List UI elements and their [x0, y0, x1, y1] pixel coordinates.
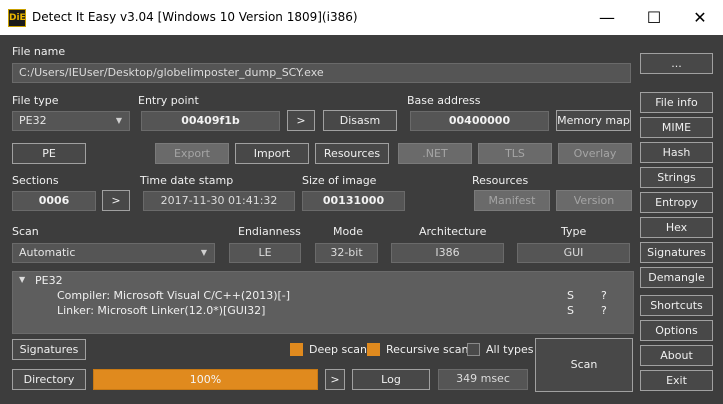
timestamp-field[interactable]: 2017-11-30 01:41:32	[143, 191, 295, 211]
result-item-q: ?	[601, 304, 607, 317]
entry-point-label: Entry point	[138, 94, 199, 107]
manifest-button[interactable]: Manifest	[474, 190, 550, 211]
result-item[interactable]: Linker: Microsoft Linker(12.0*)[GUI32] S…	[13, 304, 633, 319]
scan-button[interactable]: Scan	[535, 338, 633, 392]
result-item-s: S	[567, 289, 574, 302]
architecture-field[interactable]: I386	[391, 243, 504, 263]
options-button[interactable]: Options	[640, 320, 713, 341]
base-address-label: Base address	[407, 94, 481, 107]
close-button[interactable]: ✕	[677, 2, 723, 34]
maximize-button[interactable]: ☐	[631, 2, 677, 34]
result-root-label: PE32	[35, 274, 63, 287]
recursive-scan-label: Recursive scan	[386, 343, 469, 356]
shortcuts-button[interactable]: Shortcuts	[640, 295, 713, 316]
signatures-scan-button[interactable]: Signatures	[12, 339, 86, 360]
hash-button[interactable]: Hash	[640, 142, 713, 163]
about-button[interactable]: About	[640, 345, 713, 366]
exit-button[interactable]: Exit	[640, 370, 713, 391]
browse-button[interactable]: ...	[640, 53, 713, 74]
import-button[interactable]: Import	[235, 143, 309, 164]
export-button[interactable]: Export	[155, 143, 229, 164]
chevron-down-icon: ▼	[115, 116, 122, 125]
all-types-label: All types	[486, 343, 534, 356]
file-type-dropdown[interactable]: PE32 ▼	[12, 111, 130, 131]
hex-button[interactable]: Hex	[640, 217, 713, 238]
mode-label: Mode	[333, 225, 363, 238]
entry-point-go-button[interactable]: >	[287, 110, 315, 131]
version-button[interactable]: Version	[556, 190, 632, 211]
image-size-field[interactable]: 00131000	[302, 191, 405, 211]
collapse-arrow-icon[interactable]: ▼	[19, 275, 25, 284]
scan-mode-dropdown[interactable]: Automatic ▼	[12, 243, 215, 263]
log-button[interactable]: Log	[352, 369, 430, 390]
resources-group-label: Resources	[472, 174, 529, 187]
sections-label: Sections	[12, 174, 59, 187]
file-type-value: PE32	[19, 114, 47, 127]
recursive-scan-checkbox[interactable]	[367, 343, 380, 356]
all-types-checkbox[interactable]	[467, 343, 480, 356]
architecture-label: Architecture	[419, 225, 487, 238]
disasm-button[interactable]: Disasm	[323, 110, 397, 131]
result-item[interactable]: Compiler: Microsoft Visual C/C++(2013)[-…	[13, 289, 633, 304]
entropy-button[interactable]: Entropy	[640, 192, 713, 213]
elapsed-time: 349 msec	[438, 369, 528, 390]
signatures-button[interactable]: Signatures	[640, 242, 713, 263]
result-item-text: Compiler: Microsoft Visual C/C++(2013)[-…	[57, 289, 291, 302]
file-type-label: File type	[12, 94, 59, 107]
scan-label: Scan	[12, 225, 39, 238]
file-info-button[interactable]: File info	[640, 92, 713, 113]
scan-results-panel[interactable]: ▼ PE32 Compiler: Microsoft Visual C/C++(…	[12, 271, 634, 334]
demangle-button[interactable]: Demangle	[640, 267, 713, 288]
title-bar: DiE Detect It Easy v3.04 [Windows 10 Ver…	[0, 0, 723, 35]
mime-button[interactable]: MIME	[640, 117, 713, 138]
mode-field[interactable]: 32-bit	[315, 243, 378, 263]
endianness-field[interactable]: LE	[229, 243, 301, 263]
log-go-button[interactable]: >	[325, 369, 345, 390]
base-address-field[interactable]: 00400000	[410, 111, 549, 131]
net-button[interactable]: .NET	[398, 143, 472, 164]
file-name-label: File name	[12, 45, 66, 58]
scan-mode-value: Automatic	[19, 246, 76, 259]
pe-button[interactable]: PE	[12, 143, 86, 164]
tls-button[interactable]: TLS	[478, 143, 552, 164]
window-title: Detect It Easy v3.04 [Windows 10 Version…	[32, 10, 358, 24]
resources-button[interactable]: Resources	[315, 143, 389, 164]
sections-field[interactable]: 0006	[12, 191, 96, 211]
deep-scan-checkbox[interactable]	[290, 343, 303, 356]
overlay-button[interactable]: Overlay	[558, 143, 632, 164]
result-item-text: Linker: Microsoft Linker(12.0*)[GUI32]	[57, 304, 266, 317]
directory-button[interactable]: Directory	[12, 369, 86, 390]
deep-scan-label: Deep scan	[309, 343, 367, 356]
app-logo-icon: DiE	[8, 9, 26, 27]
image-size-label: Size of image	[302, 174, 377, 187]
entry-point-field[interactable]: 00409f1b	[141, 111, 280, 131]
memory-map-button[interactable]: Memory map	[556, 110, 631, 131]
scan-progress-bar: 100%	[93, 369, 318, 390]
timestamp-label: Time date stamp	[140, 174, 234, 187]
strings-button[interactable]: Strings	[640, 167, 713, 188]
chevron-down-icon: ▼	[200, 248, 207, 257]
type-field[interactable]: GUI	[517, 243, 630, 263]
endianness-label: Endianness	[238, 225, 301, 238]
sections-go-button[interactable]: >	[102, 190, 130, 211]
result-item-s: S	[567, 304, 574, 317]
file-path-field[interactable]: C:/Users/IEUser/Desktop/globelimposter_d…	[12, 63, 631, 83]
minimize-button[interactable]: —	[584, 2, 630, 34]
type-label: Type	[561, 225, 587, 238]
result-item-q: ?	[601, 289, 607, 302]
